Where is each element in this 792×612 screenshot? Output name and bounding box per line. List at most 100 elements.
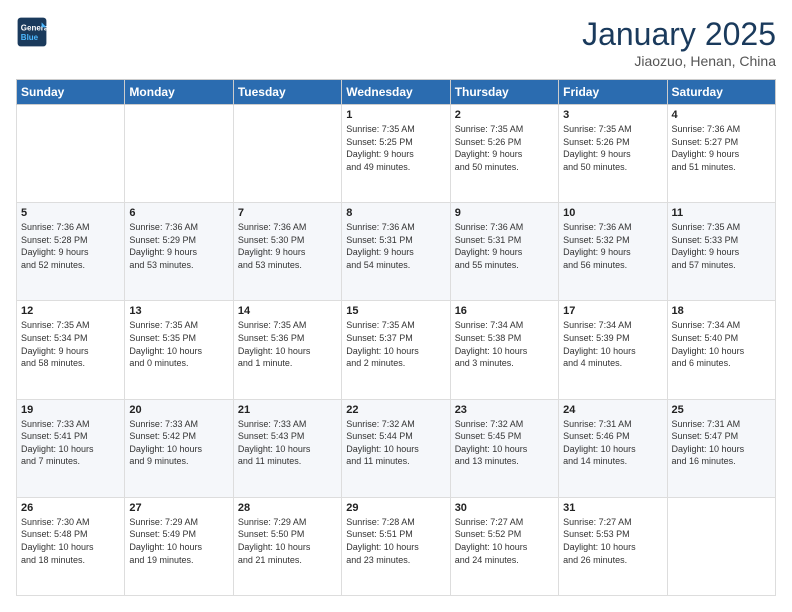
calendar-cell: 21Sunrise: 7:33 AM Sunset: 5:43 PM Dayli…	[233, 399, 341, 497]
weekday-header-row: Sunday Monday Tuesday Wednesday Thursday…	[17, 80, 776, 105]
calendar-cell: 18Sunrise: 7:34 AM Sunset: 5:40 PM Dayli…	[667, 301, 775, 399]
week-row-5: 26 Sunrise: 7:30 AM Sunset: 5:48 PM Dayli…	[17, 497, 776, 595]
day-number: 31	[563, 502, 662, 514]
header: General Blue January 2025 Jiaozuo, Henan…	[16, 16, 776, 69]
calendar-cell: 7Sunrise: 7:36 AM Sunset: 5:30 PM Daylig…	[233, 203, 341, 301]
day-info: Sunrise: 7:34 AM Sunset: 5:39 PM Dayligh…	[563, 319, 662, 369]
svg-text:Blue: Blue	[21, 33, 39, 42]
week-row-4: 19 Sunrise: 7:33 AM Sunset: 5:41 PM Dayli…	[17, 399, 776, 497]
logo: General Blue	[16, 16, 48, 48]
calendar-cell	[17, 105, 125, 203]
day-number: 2	[455, 109, 554, 121]
header-wednesday: Wednesday	[342, 80, 450, 105]
day-number: 9	[455, 207, 554, 219]
header-monday: Monday	[125, 80, 233, 105]
day-number: 15	[346, 305, 445, 317]
calendar-cell: 9 Sunrise: 7:36 AM Sunset: 5:31 PM Daylig…	[450, 203, 558, 301]
calendar-cell: 22Sunrise: 7:32 AM Sunset: 5:44 PM Dayli…	[342, 399, 450, 497]
day-number: 30	[455, 502, 554, 514]
calendar-cell	[667, 497, 775, 595]
calendar-cell: 28 Sunrise: 7:29 AM Sunset: 5:50 PM Dayli…	[233, 497, 341, 595]
day-info: Sunrise: 7:34 AM Sunset: 5:38 PM Dayligh…	[455, 319, 554, 369]
day-info: Sunrise: 7:29 AM Sunset: 5:50 PM Dayligh…	[238, 516, 337, 566]
day-info: Sunrise: 7:35 AM Sunset: 5:26 PM Dayligh…	[563, 123, 662, 173]
calendar-cell: 31 Sunrise: 7:27 AM Sunset: 5:53 PM Dayli…	[559, 497, 667, 595]
day-number: 29	[346, 502, 445, 514]
day-number: 5	[21, 207, 120, 219]
calendar-cell: 29 Sunrise: 7:28 AM Sunset: 5:51 PM Dayli…	[342, 497, 450, 595]
week-row-2: 5 Sunrise: 7:36 AM Sunset: 5:28 PM Daylig…	[17, 203, 776, 301]
day-info: Sunrise: 7:28 AM Sunset: 5:51 PM Dayligh…	[346, 516, 445, 566]
day-info: Sunrise: 7:33 AM Sunset: 5:42 PM Dayligh…	[129, 418, 228, 468]
day-info: Sunrise: 7:35 AM Sunset: 5:25 PM Dayligh…	[346, 123, 445, 173]
calendar-cell: 26 Sunrise: 7:30 AM Sunset: 5:48 PM Dayli…	[17, 497, 125, 595]
day-number: 8	[346, 207, 445, 219]
day-number: 4	[672, 109, 771, 121]
calendar-table: Sunday Monday Tuesday Wednesday Thursday…	[16, 79, 776, 596]
day-info: Sunrise: 7:35 AM Sunset: 5:33 PM Dayligh…	[672, 221, 771, 271]
day-number: 11	[672, 207, 771, 219]
calendar-cell: 13 Sunrise: 7:35 AM Sunset: 5:35 PM Dayli…	[125, 301, 233, 399]
calendar-cell: 11 Sunrise: 7:35 AM Sunset: 5:33 PM Dayli…	[667, 203, 775, 301]
calendar-cell: 10Sunrise: 7:36 AM Sunset: 5:32 PM Dayli…	[559, 203, 667, 301]
day-info: Sunrise: 7:35 AM Sunset: 5:35 PM Dayligh…	[129, 319, 228, 369]
calendar-cell: 12 Sunrise: 7:35 AM Sunset: 5:34 PM Dayli…	[17, 301, 125, 399]
day-number: 26	[21, 502, 120, 514]
calendar-cell: 1 Sunrise: 7:35 AM Sunset: 5:25 PM Daylig…	[342, 105, 450, 203]
day-number: 18	[672, 305, 771, 317]
day-info: Sunrise: 7:32 AM Sunset: 5:44 PM Dayligh…	[346, 418, 445, 468]
calendar-subtitle: Jiaozuo, Henan, China	[582, 53, 776, 69]
calendar-cell: 27 Sunrise: 7:29 AM Sunset: 5:49 PM Dayli…	[125, 497, 233, 595]
day-info: Sunrise: 7:35 AM Sunset: 5:36 PM Dayligh…	[238, 319, 337, 369]
calendar-cell: 2Sunrise: 7:35 AM Sunset: 5:26 PM Daylig…	[450, 105, 558, 203]
day-number: 6	[129, 207, 228, 219]
day-info: Sunrise: 7:36 AM Sunset: 5:31 PM Dayligh…	[455, 221, 554, 271]
day-info: Sunrise: 7:36 AM Sunset: 5:28 PM Dayligh…	[21, 221, 120, 271]
calendar-cell: 24 Sunrise: 7:31 AM Sunset: 5:46 PM Dayli…	[559, 399, 667, 497]
day-info: Sunrise: 7:31 AM Sunset: 5:46 PM Dayligh…	[563, 418, 662, 468]
calendar-cell: 3 Sunrise: 7:35 AM Sunset: 5:26 PM Daylig…	[559, 105, 667, 203]
day-info: Sunrise: 7:31 AM Sunset: 5:47 PM Dayligh…	[672, 418, 771, 468]
day-number: 23	[455, 404, 554, 416]
day-number: 7	[238, 207, 337, 219]
day-info: Sunrise: 7:29 AM Sunset: 5:49 PM Dayligh…	[129, 516, 228, 566]
day-number: 1	[346, 109, 445, 121]
calendar-cell	[125, 105, 233, 203]
day-info: Sunrise: 7:27 AM Sunset: 5:53 PM Dayligh…	[563, 516, 662, 566]
day-number: 25	[672, 404, 771, 416]
calendar-cell: 23Sunrise: 7:32 AM Sunset: 5:45 PM Dayli…	[450, 399, 558, 497]
day-number: 21	[238, 404, 337, 416]
day-number: 19	[21, 404, 120, 416]
calendar-cell: 20Sunrise: 7:33 AM Sunset: 5:42 PM Dayli…	[125, 399, 233, 497]
day-number: 12	[21, 305, 120, 317]
day-number: 24	[563, 404, 662, 416]
day-info: Sunrise: 7:33 AM Sunset: 5:41 PM Dayligh…	[21, 418, 120, 468]
calendar-cell: 15 Sunrise: 7:35 AM Sunset: 5:37 PM Dayli…	[342, 301, 450, 399]
header-thursday: Thursday	[450, 80, 558, 105]
day-number: 16	[455, 305, 554, 317]
day-number: 17	[563, 305, 662, 317]
header-sunday: Sunday	[17, 80, 125, 105]
calendar-cell: 30Sunrise: 7:27 AM Sunset: 5:52 PM Dayli…	[450, 497, 558, 595]
calendar-cell: 25 Sunrise: 7:31 AM Sunset: 5:47 PM Dayli…	[667, 399, 775, 497]
calendar-cell: 6Sunrise: 7:36 AM Sunset: 5:29 PM Daylig…	[125, 203, 233, 301]
day-info: Sunrise: 7:36 AM Sunset: 5:32 PM Dayligh…	[563, 221, 662, 271]
calendar-cell: 19 Sunrise: 7:33 AM Sunset: 5:41 PM Dayli…	[17, 399, 125, 497]
header-saturday: Saturday	[667, 80, 775, 105]
title-block: January 2025 Jiaozuo, Henan, China	[582, 16, 776, 69]
day-info: Sunrise: 7:36 AM Sunset: 5:27 PM Dayligh…	[672, 123, 771, 173]
calendar-title: January 2025	[582, 16, 776, 53]
day-number: 3	[563, 109, 662, 121]
day-info: Sunrise: 7:35 AM Sunset: 5:37 PM Dayligh…	[346, 319, 445, 369]
calendar-cell: 5 Sunrise: 7:36 AM Sunset: 5:28 PM Daylig…	[17, 203, 125, 301]
day-number: 27	[129, 502, 228, 514]
calendar-cell: 14Sunrise: 7:35 AM Sunset: 5:36 PM Dayli…	[233, 301, 341, 399]
calendar-cell	[233, 105, 341, 203]
day-number: 13	[129, 305, 228, 317]
logo-icon: General Blue	[16, 16, 48, 48]
day-info: Sunrise: 7:35 AM Sunset: 5:34 PM Dayligh…	[21, 319, 120, 369]
day-number: 28	[238, 502, 337, 514]
header-friday: Friday	[559, 80, 667, 105]
week-row-3: 12 Sunrise: 7:35 AM Sunset: 5:34 PM Dayli…	[17, 301, 776, 399]
day-info: Sunrise: 7:30 AM Sunset: 5:48 PM Dayligh…	[21, 516, 120, 566]
